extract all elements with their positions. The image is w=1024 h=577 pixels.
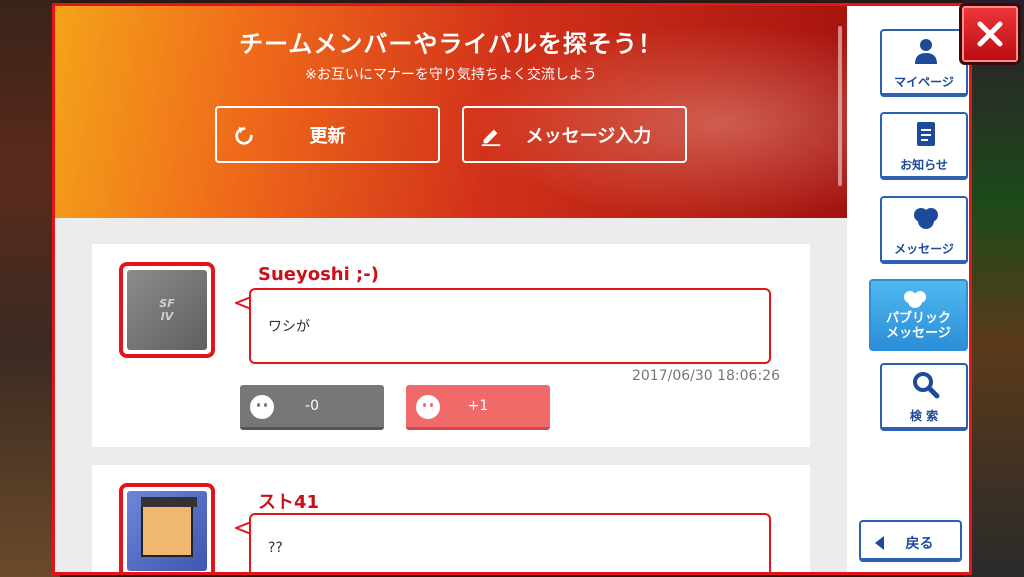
nav-search-label: 検 索 xyxy=(909,409,939,423)
modal-header: チームメンバーやライバルを探そう！ ※お互いにマナーを守り気持ちよく交流しよう … xyxy=(55,6,847,218)
avatar-image: SF IV xyxy=(127,270,207,350)
username[interactable]: Sueyoshi ;-) xyxy=(258,264,379,285)
message-card: スト41 ?? xyxy=(92,465,810,572)
search-icon xyxy=(913,372,940,399)
refresh-button[interactable]: 更新 xyxy=(215,106,440,163)
close-button[interactable] xyxy=(959,3,1021,65)
close-icon xyxy=(977,21,1003,47)
pencil-icon xyxy=(481,129,501,147)
notice-icon xyxy=(917,122,935,146)
avatar[interactable]: SF IV xyxy=(119,262,215,358)
message-input-button[interactable]: メッセージ入力 xyxy=(462,106,687,163)
back-button[interactable]: 戻る xyxy=(859,520,962,562)
back-label: 戻る xyxy=(905,536,934,552)
smile-face-icon xyxy=(416,395,440,419)
nav-message-button[interactable]: メッセージ xyxy=(880,196,968,264)
message-text: ?? xyxy=(268,540,283,556)
avatar[interactable] xyxy=(119,483,215,572)
side-navigation: マイページ お知らせ メッセージ パブリック メッセージ 検 索 戻る xyxy=(847,6,969,572)
background-right xyxy=(964,0,1024,577)
nav-mypage-button[interactable]: マイページ xyxy=(880,29,968,97)
background-left xyxy=(0,0,60,577)
refresh-icon xyxy=(235,126,253,145)
avatar-image xyxy=(127,491,207,571)
dislike-button[interactable]: -0 xyxy=(240,385,384,430)
nav-public-message-label: パブリック メッセージ xyxy=(885,311,951,341)
message-bubble: ワシが xyxy=(249,288,771,364)
public-message-modal: チームメンバーやライバルを探そう！ ※お互いにマナーを守り気持ちよく交流しよう … xyxy=(52,3,972,575)
message-list[interactable]: SF IV Sueyoshi ;-) ワシが 2017/06/30 18:06:2… xyxy=(55,218,847,572)
page-subtitle: ※お互いにマナーを守り気持ちよく交流しよう xyxy=(305,67,597,83)
nav-search-button[interactable]: 検 索 xyxy=(880,363,968,431)
sad-face-icon xyxy=(250,395,274,419)
like-button[interactable]: +1 xyxy=(406,385,550,430)
message-text: ワシが xyxy=(268,319,310,335)
post-timestamp: 2017/06/30 18:06:26 xyxy=(631,368,780,384)
message-card: SF IV Sueyoshi ;-) ワシが 2017/06/30 18:06:2… xyxy=(92,244,810,447)
username[interactable]: スト41 xyxy=(258,488,319,514)
nav-news-button[interactable]: お知らせ xyxy=(880,112,968,180)
nav-message-label: メッセージ xyxy=(894,242,954,256)
page-title: チームメンバーやライバルを探そう！ xyxy=(239,30,663,58)
message-bubble: ?? xyxy=(249,513,771,572)
nav-public-message-button[interactable]: パブリック メッセージ xyxy=(869,279,968,351)
speech-cloud-icon xyxy=(914,208,938,229)
nav-mypage-label: マイページ xyxy=(894,75,954,89)
person-icon xyxy=(915,39,937,64)
nav-news-label: お知らせ xyxy=(900,158,948,172)
